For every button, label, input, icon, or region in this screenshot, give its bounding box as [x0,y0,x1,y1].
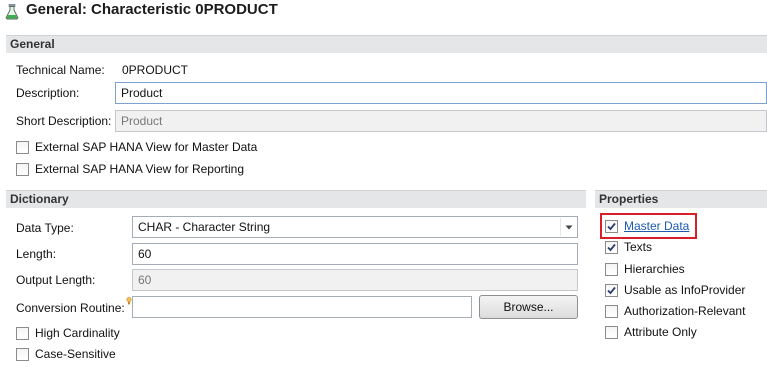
property-hierarchies-checkbox[interactable] [605,262,618,276]
property-hierarchies-label[interactable]: Hierarchies [624,261,685,277]
description-label: Description: [16,86,80,100]
property-attribute-only-checkbox[interactable] [605,325,618,339]
hana-reporting-checkbox[interactable] [16,162,29,176]
short-description-field: Product [115,110,767,132]
technical-name-value: 0PRODUCT [122,63,189,77]
high-cardinality-label[interactable]: High Cardinality [35,325,120,341]
property-attribute-only-label[interactable]: Attribute Only [624,324,697,340]
case-sensitive-checkbox[interactable] [16,347,29,361]
description-field[interactable]: Product [115,82,767,104]
case-sensitive-checkbox-row[interactable]: Case-Sensitive [16,346,116,362]
length-label: Length: [16,247,57,261]
technical-name-label: Technical Name: [16,63,105,77]
property-usable-infoprovider-checkbox[interactable] [605,283,618,297]
short-description-label: Short Description: [16,114,112,128]
hana-master-data-checkbox-row[interactable]: External SAP HANA View for Master Data [16,139,257,155]
editor-title: General: Characteristic 0PRODUCT [26,1,278,18]
hana-reporting-label[interactable]: External SAP HANA View for Reporting [35,161,244,177]
general-section-header: General [6,35,767,53]
property-texts-label[interactable]: Texts [624,239,652,255]
output-length-label: Output Length: [16,273,96,287]
property-authorization-relevant-label[interactable]: Authorization-Relevant [624,303,745,319]
length-field[interactable]: 60 [132,243,578,265]
editor-title-bar: General: Characteristic 0PRODUCT [0,0,767,24]
property-master-data-link[interactable]: Master Data [624,218,689,234]
property-texts-row[interactable]: Texts [605,239,652,255]
hana-master-data-checkbox[interactable] [16,140,29,154]
property-authorization-relevant-row[interactable]: Authorization-Relevant [605,303,745,319]
high-cardinality-checkbox[interactable] [16,326,29,340]
data-type-value: CHAR - Character String [138,220,271,234]
property-usable-infoprovider-row[interactable]: Usable as InfoProvider [605,282,745,298]
data-type-dropdown[interactable]: CHAR - Character String [132,216,578,238]
data-type-label: Data Type: [16,221,74,235]
conversion-routine-label: Conversion Routine: [16,301,125,315]
property-authorization-relevant-checkbox[interactable] [605,304,618,318]
characteristic-flask-icon [5,4,19,20]
hana-master-data-label[interactable]: External SAP HANA View for Master Data [35,139,257,155]
property-master-data-row[interactable]: Master Data [605,218,689,234]
hana-reporting-checkbox-row[interactable]: External SAP HANA View for Reporting [16,161,244,177]
dictionary-section-header: Dictionary [6,190,586,208]
output-length-field: 60 [132,269,578,291]
property-hierarchies-row[interactable]: Hierarchies [605,261,685,277]
property-texts-checkbox[interactable] [605,240,618,254]
chevron-down-icon[interactable] [560,218,576,236]
conversion-routine-field[interactable] [132,296,472,318]
property-attribute-only-row[interactable]: Attribute Only [605,324,697,340]
property-master-data-checkbox[interactable] [605,219,618,233]
browse-button[interactable]: Browse... [479,295,578,319]
case-sensitive-label[interactable]: Case-Sensitive [35,346,116,362]
properties-section-header: Properties [595,190,767,208]
property-usable-infoprovider-label[interactable]: Usable as InfoProvider [624,282,745,298]
high-cardinality-checkbox-row[interactable]: High Cardinality [16,325,120,341]
